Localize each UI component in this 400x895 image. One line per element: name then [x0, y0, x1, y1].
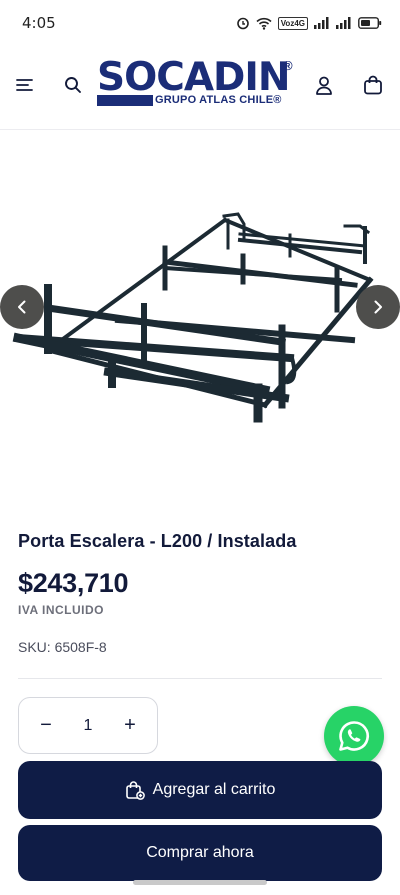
alarm-icon: [236, 17, 249, 30]
volte-badge: Voz4G: [277, 16, 308, 30]
chevron-right-icon: [374, 300, 382, 314]
status-icons: Voz4G: [236, 16, 382, 30]
chevron-left-icon: [18, 300, 26, 314]
signal-icon: [314, 17, 329, 29]
product-price: $243,710: [18, 568, 129, 598]
buy-now-button[interactable]: Comprar ahora: [18, 825, 382, 881]
quantity-increase-button[interactable]: +: [119, 714, 141, 737]
shopping-bag-icon: [364, 75, 382, 95]
brand-logo[interactable]: SOCADIN ® GRUPO ATLAS CHILE®: [95, 58, 305, 118]
cart-plus-icon: [125, 781, 145, 800]
search-button[interactable]: [56, 68, 90, 102]
logo-wordmark: SOCADIN: [97, 55, 291, 100]
home-indicator[interactable]: [133, 880, 267, 885]
hamburger-icon: [16, 79, 33, 91]
status-bar: 4:05 Voz4G: [0, 0, 400, 46]
search-icon: [65, 77, 81, 93]
cart-button[interactable]: [356, 68, 390, 102]
whatsapp-button[interactable]: [324, 706, 384, 766]
tax-note: IVA INCLUIDO: [18, 603, 104, 617]
product-title: Porta Escalera - L200 / Instalada: [18, 531, 297, 551]
quantity-stepper: − 1 +: [18, 697, 158, 754]
battery-icon: [358, 17, 382, 29]
product-gallery[interactable]: [0, 130, 400, 510]
gallery-prev-button[interactable]: [0, 285, 44, 329]
quantity-value[interactable]: 1: [84, 717, 93, 735]
whatsapp-icon: [339, 721, 369, 751]
signal-icon-2: [336, 17, 351, 29]
wifi-icon: [256, 17, 272, 30]
gallery-next-button[interactable]: [356, 285, 400, 329]
logo-registered-mark: ®: [283, 58, 293, 73]
product-sku: SKU: 6508F-8: [18, 639, 107, 655]
logo-tagline: GRUPO ATLAS CHILE®: [155, 94, 282, 106]
status-time: 4:05: [22, 14, 56, 32]
account-button[interactable]: [307, 68, 341, 102]
quantity-decrease-button[interactable]: −: [35, 714, 57, 737]
divider: [18, 678, 382, 679]
menu-button[interactable]: [8, 68, 42, 102]
add-to-cart-button[interactable]: Agregar al carrito: [18, 761, 382, 819]
product-image: [12, 212, 374, 423]
user-icon: [316, 76, 332, 95]
add-to-cart-label: Agregar al carrito: [152, 781, 276, 798]
site-header: SOCADIN ® GRUPO ATLAS CHILE®: [0, 46, 400, 130]
buy-now-label: Comprar ahora: [146, 844, 254, 861]
